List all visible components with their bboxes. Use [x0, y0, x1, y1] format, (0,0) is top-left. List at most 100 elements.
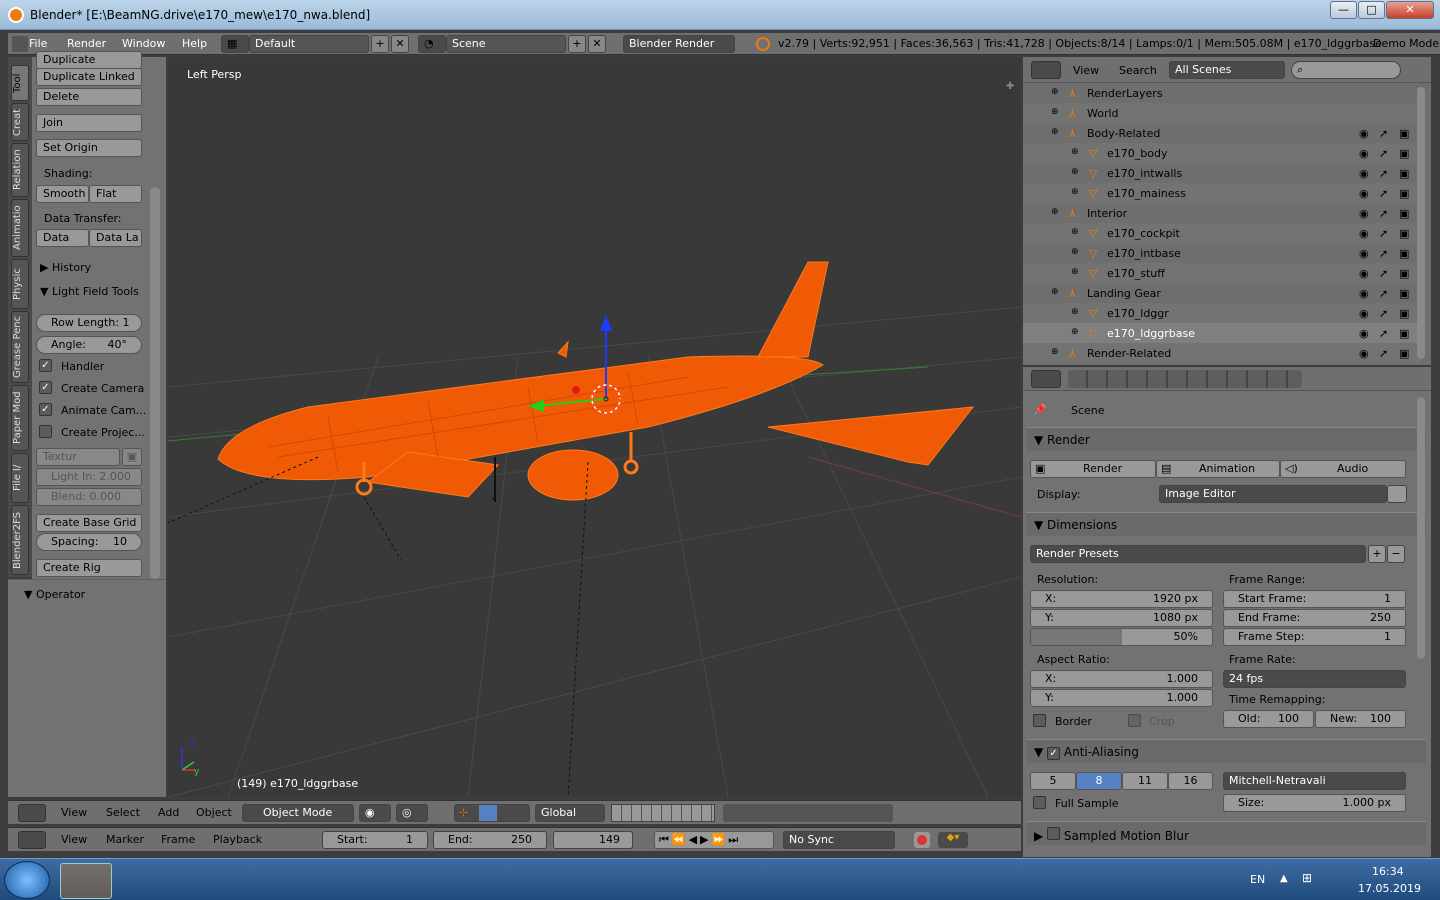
tab-paper-model[interactable]: Paper Mod — [11, 385, 29, 451]
eye-icon[interactable]: ◉ — [1359, 187, 1369, 200]
keyframe-icon[interactable]: ◆▾ — [938, 832, 968, 848]
delete-button[interactable]: Delete — [36, 88, 142, 106]
aa-samples-5[interactable]: 5 — [1030, 772, 1076, 790]
pin-icon[interactable]: 📌 — [1033, 403, 1047, 416]
data-button[interactable]: Data — [36, 229, 89, 247]
outliner-row[interactable]: ⊕ ⅄ Landing Gear ◉ ➚ ▣ — [1023, 283, 1421, 303]
tray-arrow-icon[interactable]: ▲ — [1280, 873, 1288, 884]
tab-tool[interactable]: Tool — [11, 65, 29, 101]
editor-type-icon[interactable] — [18, 804, 46, 822]
smooth-button[interactable]: Smooth — [36, 185, 89, 203]
outliner-filter-selector[interactable]: All Scenes — [1169, 61, 1285, 79]
properties-editor-icon[interactable] — [1031, 370, 1061, 388]
aa-filter-selector[interactable]: Mitchell-Netravali — [1223, 772, 1406, 790]
properties-context-tabs[interactable] — [1068, 370, 1302, 388]
eye-icon[interactable]: ◉ — [1359, 127, 1369, 140]
eye-icon[interactable]: ◉ — [1359, 267, 1369, 280]
snap-icons[interactable] — [723, 804, 893, 822]
record-button[interactable] — [914, 832, 930, 848]
handler-checkbox[interactable]: ✓ — [39, 359, 52, 372]
orientation-selector[interactable]: Global — [535, 804, 605, 822]
camera-icon[interactable]: ▣ — [1399, 327, 1409, 340]
menu-window[interactable]: Window — [122, 37, 165, 50]
create-base-grid-button[interactable]: Create Base Grid — [36, 514, 142, 532]
cursor-icon[interactable]: ➚ — [1379, 347, 1388, 360]
outliner-row[interactable]: ⊕ ⅄ Body-Related ◉ ➚ ▣ — [1023, 123, 1421, 143]
outliner-row[interactable]: ⊕ ⅄ World — [1023, 103, 1421, 123]
taskbar-app11-icon[interactable] — [744, 863, 796, 899]
remove-preset-button[interactable]: − — [1387, 545, 1405, 563]
aspect-y-field[interactable]: Y: 1.000 — [1030, 689, 1213, 707]
outliner-row[interactable]: ⊕ ▽ e170_body ◉ ➚ ▣ — [1023, 143, 1421, 163]
data-layout-button[interactable]: Data La — [89, 229, 142, 247]
layout-selector[interactable]: Default — [249, 35, 369, 53]
manipulator-toggle[interactable]: ⊹ — [454, 804, 530, 822]
menu-object[interactable]: Object — [196, 806, 232, 819]
motion-blur-checkbox[interactable] — [1047, 827, 1061, 840]
move-icon[interactable] — [479, 805, 497, 821]
display-selector[interactable]: Image Editor — [1159, 485, 1387, 503]
camera-icon[interactable]: ▣ — [1399, 307, 1409, 320]
scene-icon[interactable]: ◔ — [418, 35, 446, 53]
create-camera-checkbox[interactable]: ✓ — [39, 381, 52, 394]
start-frame-field[interactable]: Start: 1 — [322, 831, 428, 849]
expand-toggle-icon[interactable]: ⊕ — [1071, 147, 1079, 157]
taskbar-app15-icon[interactable] — [992, 863, 1044, 899]
full-sample-checkbox[interactable] — [1033, 796, 1046, 809]
row-length-field[interactable]: Row Length: 1 — [36, 314, 142, 332]
cursor-icon[interactable]: ➚ — [1379, 287, 1388, 300]
light-field-panel-header[interactable]: ▼ Light Field Tools — [40, 285, 139, 298]
flat-button[interactable]: Flat — [89, 185, 142, 203]
cursor-icon[interactable]: ➚ — [1379, 127, 1388, 140]
cursor-icon[interactable]: ➚ — [1379, 307, 1388, 320]
scene-selector[interactable]: Scene — [446, 35, 566, 53]
clock-date[interactable]: 17.05.2019 — [1358, 882, 1421, 895]
eye-icon[interactable]: ◉ — [1359, 307, 1369, 320]
taskbar-visual-studio-icon[interactable] — [372, 863, 424, 899]
light-intensity-field[interactable]: Light In: 2.000 — [36, 468, 142, 486]
cursor-icon[interactable]: ➚ — [1379, 267, 1388, 280]
crop-checkbox[interactable] — [1128, 714, 1141, 727]
viewport-plus-icon[interactable]: ✚ — [1006, 81, 1014, 92]
taskbar-app18-icon[interactable] — [1178, 863, 1230, 899]
render-presets-selector[interactable]: Render Presets — [1030, 545, 1366, 563]
add-preset-button[interactable]: + — [1368, 545, 1386, 563]
language-indicator[interactable]: EN — [1250, 873, 1265, 886]
outliner-scrollbar[interactable] — [1417, 87, 1425, 359]
outliner-row[interactable]: ⊕ ▽ e170_cockpit ◉ ➚ ▣ — [1023, 223, 1421, 243]
timeline-menu-frame[interactable]: Frame — [161, 833, 195, 846]
duplicate-linked-button[interactable]: Duplicate Linked — [36, 68, 142, 86]
anti-aliasing-panel-header[interactable]: ▼ ✓ Anti-Aliasing — [1026, 739, 1426, 763]
close-button[interactable]: ✕ — [1386, 1, 1434, 19]
camera-icon[interactable]: ▣ — [1399, 347, 1409, 360]
pivot-selector[interactable]: ◎ — [396, 804, 428, 822]
clock-time[interactable]: 16:34 — [1372, 865, 1404, 878]
tab-physics[interactable]: Physic — [11, 259, 29, 309]
remove-layout-button[interactable]: ✕ — [391, 35, 409, 53]
outliner-row[interactable]: ⊕ ⅄ RenderLayers — [1023, 83, 1421, 103]
timeline-menu-view[interactable]: View — [61, 833, 87, 846]
outliner-row[interactable]: ⊕ ▽ e170_intbase ◉ ➚ ▣ — [1023, 243, 1421, 263]
3d-viewport[interactable]: Left Persp z y ✚ (149) e170_ldggrbase — [168, 57, 1021, 797]
eye-icon[interactable]: ◉ — [1359, 147, 1369, 160]
info-editor-icon[interactable] — [12, 36, 28, 52]
camera-icon[interactable]: ▣ — [1399, 147, 1409, 160]
resolution-percentage-slider[interactable]: 50% — [1030, 628, 1213, 646]
frame-rate-selector[interactable]: 24 fps — [1223, 670, 1406, 688]
camera-icon[interactable]: ▣ — [1399, 127, 1409, 140]
expand-toggle-icon[interactable]: ⊕ — [1071, 267, 1079, 277]
outliner-editor-icon[interactable] — [1031, 61, 1061, 79]
outliner-row[interactable]: ⊕ ▽ e170_ldggr ◉ ➚ ▣ — [1023, 303, 1421, 323]
menu-help[interactable]: Help — [182, 37, 207, 50]
taskbar-3dsmax-icon[interactable] — [310, 863, 362, 899]
layer-buttons[interactable] — [611, 804, 715, 822]
menu-select[interactable]: Select — [106, 806, 140, 819]
duplicate-button[interactable]: Duplicate — [36, 51, 142, 69]
expand-toggle-icon[interactable]: ⊕ — [1051, 127, 1059, 137]
expand-toggle-icon[interactable]: ⊕ — [1051, 87, 1059, 97]
properties-scrollbar[interactable] — [1417, 397, 1425, 659]
resolution-x-field[interactable]: X: 1920 px — [1030, 590, 1213, 608]
taskbar-app13-icon[interactable] — [868, 863, 920, 899]
camera-icon[interactable]: ▣ — [1399, 267, 1409, 280]
filter-size-field[interactable]: Size: 1.000 px — [1223, 794, 1406, 812]
